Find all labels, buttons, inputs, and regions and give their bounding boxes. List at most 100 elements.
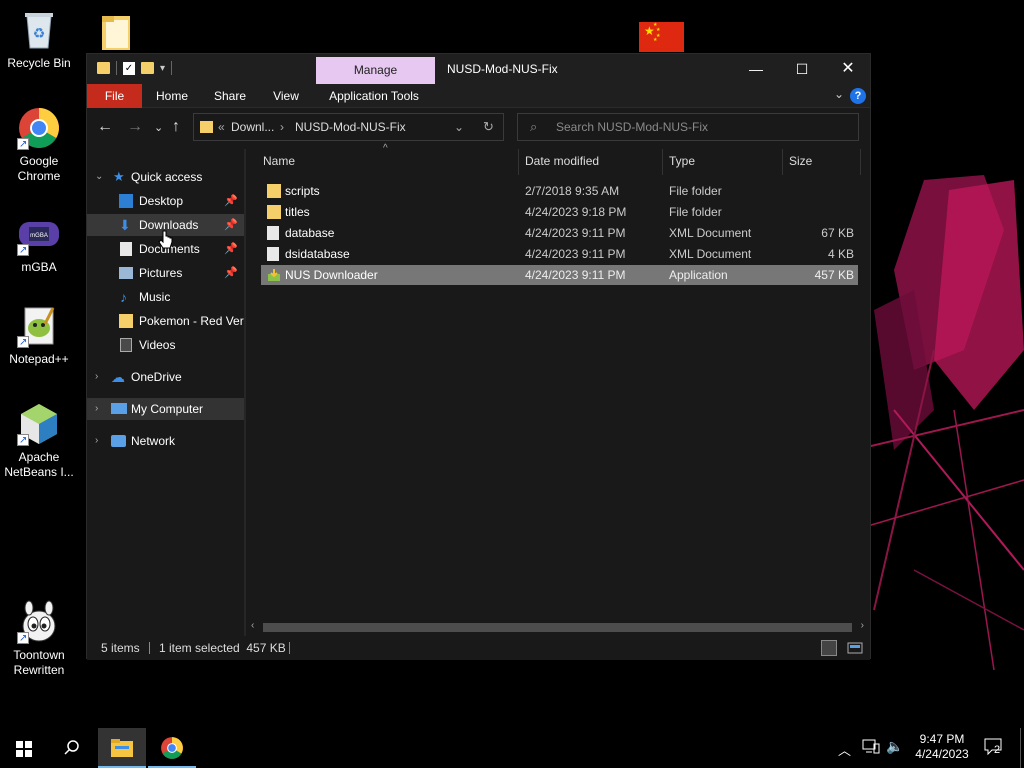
tab-file[interactable]: File: [87, 84, 142, 108]
scroll-right-icon[interactable]: ›: [861, 620, 864, 631]
sidebar-item-videos[interactable]: Videos: [87, 334, 244, 356]
new-folder-icon[interactable]: [141, 62, 154, 74]
details-view-icon[interactable]: [821, 640, 837, 656]
desktop-icon-apache-netbeans[interactable]: Apache NetBeans I...: [0, 402, 78, 480]
tab-view[interactable]: View: [263, 84, 309, 108]
expand-chevron-icon[interactable]: ›: [95, 398, 98, 420]
refresh-icon[interactable]: ↻: [483, 119, 494, 135]
sidebar-item-onedrive[interactable]: › ☁ OneDrive: [87, 366, 244, 388]
customize-toolbar-icon[interactable]: ▾: [160, 63, 165, 74]
tab-application-tools[interactable]: Application Tools: [319, 84, 429, 108]
start-button[interactable]: [0, 728, 48, 768]
network-icon: [111, 435, 126, 447]
breadcrumb-current-folder[interactable]: NUSD-Mod-NUS-Fix: [295, 120, 406, 134]
network-tray-icon[interactable]: [862, 738, 880, 757]
clock-date: 4/24/2023: [915, 747, 969, 761]
sidebar-item-pictures[interactable]: Pictures 📌: [87, 262, 244, 284]
taskbar-file-explorer[interactable]: [98, 728, 146, 768]
file-explorer-window: ✓ ▾ Manage NUSD-Mod-NUS-Fix — ☐ ✕ File H…: [86, 53, 871, 660]
table-row[interactable]: database 4/24/2023 9:11 PM XML Document …: [261, 223, 858, 243]
sidebar-item-label: Pictures: [139, 266, 183, 280]
recycle-bin-icon: ♻: [17, 8, 61, 52]
xml-file-icon: [267, 226, 279, 240]
show-hidden-icons-icon[interactable]: ︿: [838, 740, 851, 759]
desktop-icon-label: Google Chrome: [17, 154, 61, 183]
sidebar-item-my-computer[interactable]: › My Computer: [87, 398, 244, 420]
tab-home[interactable]: Home: [147, 84, 197, 108]
large-icons-view-icon[interactable]: [847, 640, 863, 656]
folder-shortcut-icon[interactable]: [100, 12, 132, 52]
address-overflow[interactable]: «: [218, 120, 225, 134]
clock-time: 9:47 PM: [919, 732, 965, 746]
table-row[interactable]: scripts 2/7/2018 9:35 AM File folder: [261, 181, 858, 201]
folder-icon: [119, 314, 133, 328]
table-row[interactable]: dsidatabase 4/24/2023 9:11 PM XML Docume…: [261, 244, 858, 264]
file-type: File folder: [669, 184, 722, 198]
pin-icon[interactable]: 📌: [224, 262, 238, 284]
breadcrumb-downloads[interactable]: Downl...: [231, 120, 274, 134]
pictures-icon: [119, 267, 133, 279]
show-desktop-button[interactable]: [1020, 728, 1024, 768]
address-dropdown-icon[interactable]: ⌄: [454, 120, 464, 134]
scrollbar-thumb[interactable]: [263, 623, 852, 632]
column-header-name[interactable]: Name: [263, 149, 518, 173]
search-input[interactable]: [556, 119, 846, 135]
sidebar-item-network[interactable]: › Network: [87, 430, 244, 452]
cloud-icon: ☁: [111, 369, 125, 385]
address-bar[interactable]: « Downl... › NUSD-Mod-NUS-Fix ⌄ ↻: [193, 113, 504, 141]
properties-icon[interactable]: ✓: [123, 61, 135, 75]
pin-icon[interactable]: 📌: [224, 190, 238, 212]
desktop-icon-mgba[interactable]: mGBA mGBA: [0, 212, 78, 275]
action-center-icon[interactable]: 2: [984, 738, 1008, 758]
wallpaper-shapes: [854, 175, 1024, 671]
desktop-icon-notepad-plus-plus[interactable]: Notepad++: [0, 304, 78, 367]
forward-button[interactable]: →: [127, 118, 143, 136]
help-icon[interactable]: ?: [850, 88, 866, 104]
sidebar-item-music[interactable]: ♪ Music: [87, 286, 244, 308]
desktop-icon-recycle-bin[interactable]: ♻ Recycle Bin: [0, 8, 78, 71]
file-size: 67 KB: [821, 226, 854, 240]
close-button[interactable]: ✕: [825, 54, 871, 84]
sidebar-item-pokemon-folder[interactable]: Pokemon - Red Vers: [87, 310, 244, 332]
column-header-type[interactable]: Type: [669, 149, 779, 173]
sidebar-item-quick-access[interactable]: ⌄ ★ Quick access: [87, 166, 244, 188]
file-size: 457 KB: [814, 268, 854, 282]
file-date: 4/24/2023 9:18 PM: [525, 205, 627, 219]
china-flag-icon[interactable]: ★ ★ ★ ★ ★: [639, 22, 684, 52]
table-row[interactable]: NUS Downloader 4/24/2023 9:11 PM Applica…: [261, 265, 858, 285]
pane-splitter[interactable]: [244, 149, 246, 637]
pin-icon[interactable]: 📌: [224, 238, 238, 260]
pin-icon[interactable]: 📌: [224, 214, 238, 236]
folder-icon: [200, 121, 213, 133]
column-header-date-modified[interactable]: Date modified: [525, 149, 662, 173]
horizontal-scrollbar[interactable]: ‹ ›: [247, 619, 868, 636]
search-taskbar-button[interactable]: [48, 728, 96, 768]
desktop-icon-label: Toontown Rewritten: [13, 648, 65, 677]
column-header-size[interactable]: Size: [789, 149, 859, 173]
sidebar-item-label: Videos: [139, 338, 176, 352]
desktop-icon-toontown-rewritten[interactable]: Toontown Rewritten: [0, 600, 78, 678]
expand-ribbon-icon[interactable]: ⌄: [834, 87, 844, 101]
up-button[interactable]: ↑: [172, 118, 180, 136]
recent-locations-button[interactable]: ⌄: [154, 121, 163, 134]
expand-chevron-icon[interactable]: ›: [95, 430, 98, 452]
sidebar-item-desktop[interactable]: Desktop 📌: [87, 190, 244, 212]
tab-share[interactable]: Share: [205, 84, 255, 108]
volume-icon[interactable]: 🔈: [886, 738, 903, 755]
scroll-left-icon[interactable]: ‹: [251, 620, 254, 631]
expand-chevron-icon[interactable]: ›: [95, 366, 98, 388]
title-bar[interactable]: ✓ ▾ Manage NUSD-Mod-NUS-Fix — ☐ ✕: [87, 54, 870, 84]
desktop-icon-google-chrome[interactable]: Google Chrome: [0, 106, 78, 184]
status-bar: 5 items 1 item selected 457 KB: [87, 636, 870, 660]
search-box[interactable]: ⌕: [517, 113, 859, 141]
download-arrow-icon: ⬇: [119, 217, 131, 233]
clock[interactable]: 9:47 PM 4/24/2023: [910, 732, 974, 762]
collapse-chevron-icon[interactable]: ⌄: [95, 166, 103, 188]
taskbar-chrome[interactable]: [148, 728, 196, 768]
maximize-button[interactable]: ☐: [779, 54, 825, 84]
file-list: ^ Name Date modified Type Size scripts 2…: [259, 143, 864, 619]
tab-manage[interactable]: Manage: [316, 57, 435, 84]
table-row[interactable]: titles 4/24/2023 9:18 PM File folder: [261, 202, 858, 222]
back-button[interactable]: ←: [97, 118, 113, 136]
minimize-button[interactable]: —: [733, 54, 779, 84]
